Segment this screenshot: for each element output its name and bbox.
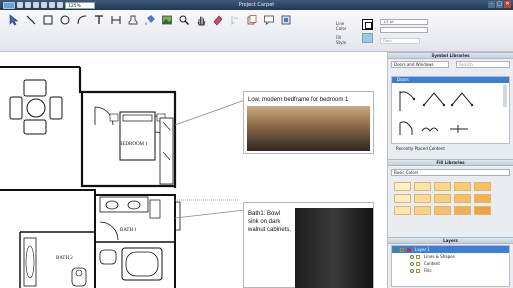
fill-swatch[interactable] [454,194,471,203]
hand-icon[interactable] [195,14,207,26]
bathroom-photo [295,208,373,288]
lock-icon[interactable] [416,254,420,259]
right-panel: Symbol Libraries Doors and Windows Searc… [388,52,513,288]
layer-name: Content [424,261,440,266]
ribbon-toolbar: Line Color Fill Style 1/2 pt Dash [0,10,513,52]
fill-swatch[interactable] [434,194,451,203]
layer-row[interactable]: Lines & Shapes [392,253,509,260]
lock-icon[interactable] [416,261,420,266]
paste-icon[interactable] [229,14,241,26]
fill-library-dropdown[interactable]: Basic Colors [391,169,510,176]
maximize-button[interactable]: □ [496,1,503,8]
fill-style-label: Fill Style [336,35,347,45]
fill-swatch[interactable] [474,194,491,203]
symbol-icon[interactable] [280,14,292,26]
ellipse-icon[interactable] [59,14,71,26]
window-controls: – □ ✕ [488,1,511,8]
title-bar: 125% Project Carpet – □ ✕ [0,0,513,10]
layers-header[interactable]: Layers [388,237,513,244]
stamp-icon[interactable] [127,14,139,26]
layer-name: Lines & Shapes [424,254,455,259]
line-icon[interactable] [25,14,37,26]
fill-swatch[interactable] [454,182,471,191]
fill-swatch[interactable] [394,194,411,203]
bath1-label: BATH 1 [120,228,137,233]
layer-row[interactable]: Layer 1 [392,246,509,253]
window-title: Project Carpet [238,2,275,8]
callout-icon[interactable] [263,14,275,26]
zoom-icon[interactable] [178,14,190,26]
fill-swatch[interactable] [414,206,431,215]
door-symbol[interactable] [450,125,468,133]
fill-libraries-header[interactable]: Fill Libraries [388,159,513,166]
layer-list: Layer 1 Lines & Shapes Content Fills [391,245,510,287]
rectangle-icon[interactable] [42,14,54,26]
dash-dropdown[interactable]: Dash [380,38,420,44]
eraser-icon[interactable] [212,14,224,26]
arc-icon[interactable] [76,14,88,26]
callout-bath[interactable]: Bath1: Bowl sink on dark walnut cabinets… [243,202,374,288]
drawing-canvas[interactable]: BEDROOM 1 BATH 1 BATH 2 Low, modern bedf… [0,52,388,288]
fill-icon[interactable] [144,14,156,26]
dimension-icon[interactable] [110,14,122,26]
line-weight-dropdown[interactable]: 1/2 pt [380,19,428,25]
picture-icon[interactable] [161,14,173,26]
bedroom-photo [247,106,370,151]
line-color-label: Line Color [336,21,347,31]
scrollbar-thumb[interactable] [503,85,507,107]
visibility-icon[interactable] [394,247,398,252]
callout-bedroom[interactable]: Low, modern bedframe for bedroom 1 [243,91,374,154]
symbol-libraries-header[interactable]: Symbol Libraries [388,52,513,59]
door-symbol[interactable] [421,127,439,132]
fill-swatch[interactable] [434,182,451,191]
visibility-icon[interactable] [410,261,414,266]
layer-row[interactable]: Fills [392,267,509,274]
bath2-label: BATH 2 [56,256,73,261]
door-symbol[interactable] [399,91,416,111]
visibility-icon[interactable] [410,268,414,273]
line-style-dropdown[interactable] [380,27,428,33]
layer-name: Layer 1 [415,247,430,252]
door-symbol[interactable] [450,92,474,107]
fill-swatch[interactable] [454,206,471,215]
fill-swatch[interactable] [394,182,411,191]
recently-placed-content[interactable]: Recently Placed Content [391,145,510,152]
close-button[interactable]: ✕ [504,1,511,8]
lock-icon[interactable] [400,247,404,252]
fill-style-swatch[interactable] [362,33,373,43]
fill-swatch[interactable] [474,206,491,215]
fill-swatch[interactable] [434,206,451,215]
line-color-swatch[interactable] [362,19,373,30]
text-icon[interactable] [93,14,105,26]
fill-swatch[interactable] [394,206,411,215]
door-symbol[interactable] [399,121,413,135]
layer-name: Fills [424,268,432,273]
fill-swatch[interactable] [474,182,491,191]
layer-row[interactable]: Content [392,260,509,267]
fill-swatch[interactable] [414,182,431,191]
drawing-tools [8,14,292,26]
fill-swatch[interactable] [414,194,431,203]
fill-swatch-grid [394,182,491,215]
copy-icon[interactable] [246,14,258,26]
lock-icon[interactable] [416,268,420,273]
visibility-icon[interactable] [410,254,414,259]
symbol-search-input[interactable]: Search [456,61,510,68]
callout-bedroom-text: Low, modern bedframe for bedroom 1 [248,97,349,103]
bedroom-label: BEDROOM 1 [119,142,148,147]
pointer-icon[interactable] [8,14,20,26]
door-symbol[interactable] [422,92,446,107]
door-symbols [399,85,507,135]
minimize-button[interactable]: – [488,1,495,8]
symbol-list: Doors [391,76,510,144]
layer-color-icon [407,247,411,252]
symbol-library-dropdown[interactable]: Doors and Windows [391,61,449,68]
callout-bath-text: Bath1: Bowl sink on dark walnut cabinets… [248,211,292,233]
